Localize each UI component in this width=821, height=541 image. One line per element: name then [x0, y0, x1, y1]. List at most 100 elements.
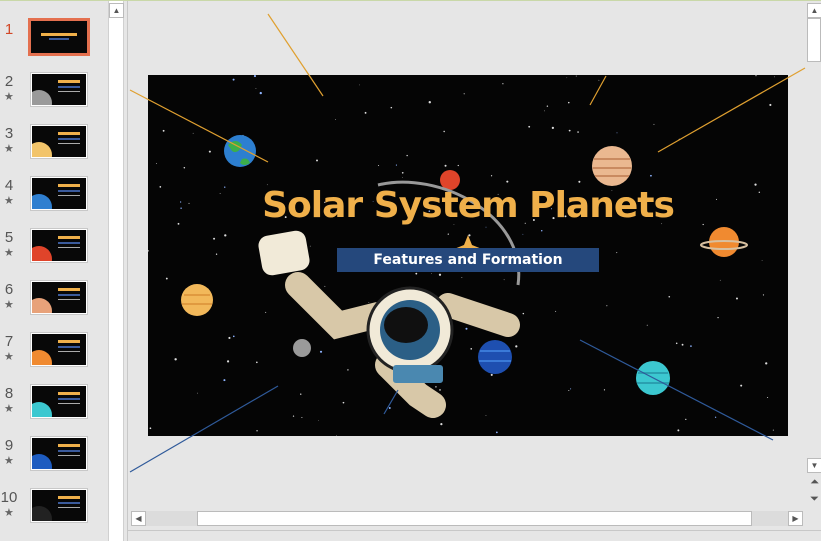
star	[149, 427, 152, 430]
slide-preview[interactable]	[31, 73, 87, 106]
star	[192, 132, 194, 134]
star	[301, 416, 303, 419]
slide-thumbnail-2[interactable]: 2 ★	[0, 73, 108, 125]
slide-thumbnail-1[interactable]: 1	[0, 18, 108, 73]
star	[162, 129, 165, 132]
slide-thumbnail-9[interactable]: 9 ★	[0, 437, 108, 489]
next-slide-button[interactable]: ⏷	[807, 493, 821, 508]
star	[650, 174, 652, 177]
slide-thumbnail-6[interactable]: 6 ★	[0, 281, 108, 333]
star	[438, 273, 442, 276]
slide-thumbnail-8[interactable]: 8 ★	[0, 385, 108, 437]
star	[719, 279, 721, 281]
slide-number: 6	[4, 281, 14, 298]
star	[568, 101, 570, 104]
uranus-planet	[636, 361, 670, 395]
slide-thumbnail-4[interactable]: 4 ★	[0, 177, 108, 229]
venus-planet	[181, 284, 213, 316]
star	[443, 130, 445, 133]
slide-preview[interactable]	[28, 18, 90, 56]
star	[735, 297, 738, 300]
star	[223, 379, 226, 382]
star	[502, 83, 504, 85]
star	[255, 88, 257, 89]
star	[603, 389, 606, 391]
previous-slide-button[interactable]: ⏶	[807, 476, 821, 491]
scroll-up-button[interactable]: ▲	[807, 3, 821, 18]
star	[431, 273, 432, 274]
slide-number: 8	[4, 385, 14, 402]
animation-star-icon: ★	[4, 247, 14, 259]
star	[653, 123, 655, 125]
slide-preview[interactable]	[31, 125, 87, 158]
slide-preview[interactable]	[31, 333, 87, 366]
slide-number: 3	[4, 125, 14, 142]
pane-divider[interactable]	[124, 1, 128, 541]
slide-title[interactable]: Solar System Planets	[148, 185, 788, 226]
vertical-scrollbar[interactable]	[806, 1, 821, 476]
star	[226, 360, 230, 363]
star	[675, 342, 678, 345]
slide-thumbnail-7[interactable]: 7 ★	[0, 333, 108, 385]
star	[148, 250, 149, 252]
star	[197, 392, 198, 394]
star	[174, 358, 177, 361]
star	[388, 407, 391, 409]
star	[228, 336, 231, 340]
star	[522, 312, 525, 315]
star	[259, 91, 262, 95]
star	[568, 129, 571, 132]
star	[183, 166, 186, 169]
star	[199, 126, 201, 128]
vertical-scroll-thumb[interactable]	[807, 18, 821, 62]
slide-number: 4	[4, 177, 14, 194]
animation-star-icon: ★	[4, 403, 14, 415]
slide-thumbnail-panel[interactable]: 1 2 ★ 3 ★ 4 ★ 5 ★ 6 ★ 7 ★ 8 ★ 9 ★ 10 ★	[0, 1, 108, 541]
slide-thumbnail-10[interactable]: 10 ★	[0, 489, 108, 541]
star	[224, 234, 227, 237]
slide-preview[interactable]	[31, 229, 87, 262]
animation-star-icon: ★	[4, 299, 14, 311]
scroll-left-button[interactable]: ◀	[131, 511, 146, 526]
star	[439, 389, 441, 391]
mercury-planet	[293, 339, 311, 357]
slide-subtitle[interactable]: Features and Formation	[337, 248, 599, 272]
horizontal-scroll-thumb[interactable]	[197, 511, 752, 526]
star	[485, 226, 487, 228]
neptune-planet	[478, 340, 512, 374]
star	[208, 150, 211, 153]
slide-preview[interactable]	[31, 385, 87, 418]
star	[215, 253, 218, 255]
star	[762, 294, 765, 296]
star	[364, 111, 367, 114]
star	[646, 324, 648, 326]
star	[555, 310, 557, 312]
scroll-up-button[interactable]: ▲	[109, 3, 124, 18]
slide-canvas[interactable]: Solar System Planets Features and Format…	[148, 75, 788, 436]
slide-preview[interactable]	[31, 281, 87, 314]
star	[575, 75, 577, 77]
star	[461, 277, 463, 278]
thumbnail-scrollbar[interactable]: ▲	[108, 1, 124, 541]
slide-preview[interactable]	[31, 177, 87, 210]
star	[300, 393, 302, 395]
star	[465, 327, 468, 330]
slide-number: 10	[0, 489, 18, 506]
star	[598, 79, 600, 81]
slide-thumbnail-5[interactable]: 5 ★	[0, 229, 108, 281]
scroll-down-button[interactable]: ▼	[807, 458, 821, 473]
star	[546, 105, 549, 107]
earth-planet	[224, 135, 256, 167]
star	[495, 431, 498, 434]
slide-preview[interactable]	[31, 437, 87, 470]
star	[463, 93, 465, 95]
slide-number: 9	[4, 437, 14, 454]
slide-preview[interactable]	[31, 489, 87, 522]
slide-thumbnail-3[interactable]: 3 ★	[0, 125, 108, 177]
star	[515, 345, 518, 348]
star	[485, 415, 487, 416]
star	[402, 177, 403, 178]
star	[401, 171, 404, 174]
scroll-right-button[interactable]: ▶	[788, 511, 803, 526]
star	[544, 110, 545, 112]
